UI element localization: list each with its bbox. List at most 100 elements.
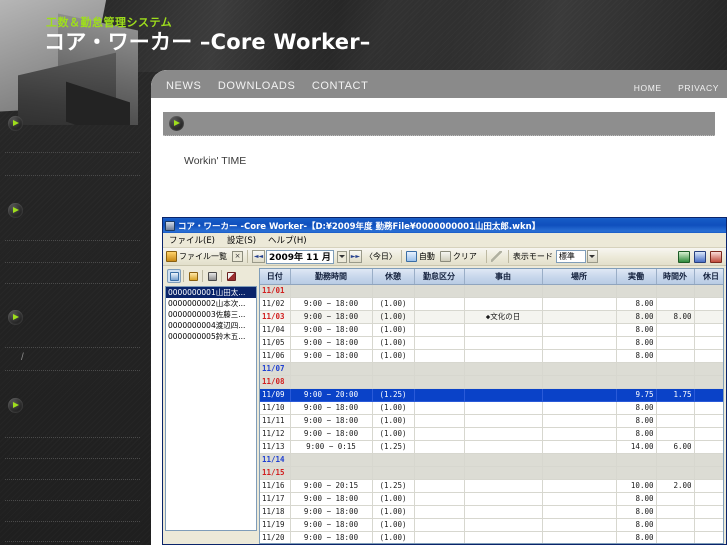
cell-date[interactable]: 11/15 bbox=[260, 466, 291, 480]
cell-jikangai[interactable] bbox=[656, 518, 695, 532]
cell-break[interactable]: (1.25) bbox=[372, 479, 415, 493]
nav-contact[interactable]: CONTACT bbox=[312, 80, 369, 92]
sidebar-bullet-1[interactable] bbox=[8, 116, 23, 131]
cell-jikangai[interactable] bbox=[656, 505, 695, 519]
cell-date[interactable]: 11/01 bbox=[260, 284, 291, 298]
cell-kintai[interactable] bbox=[414, 440, 465, 454]
table-row[interactable]: 11/119:00 − 18:00(1.00)8.00【文書管理シス bbox=[260, 414, 723, 428]
attendance-grid-wrapper[interactable]: 日付勤務時間休憩勤怠区分事由場所実働時間外休日作業内 11/01【文書管理シス1… bbox=[259, 268, 724, 544]
file-list-item[interactable]: 0000000003佐藤三... bbox=[166, 309, 256, 320]
cell-kyujitsu[interactable] bbox=[694, 401, 723, 415]
cell-date[interactable]: 11/07 bbox=[260, 362, 291, 376]
cell-time[interactable]: 9:00 − 0:15 bbox=[290, 440, 373, 454]
cell-date[interactable]: 11/09 bbox=[260, 388, 291, 402]
cell-jiyuu[interactable] bbox=[464, 531, 543, 543]
cell-jiyuu[interactable] bbox=[464, 375, 543, 389]
cell-kyujitsu[interactable] bbox=[694, 505, 723, 519]
auto-button[interactable]: 自動 bbox=[405, 251, 435, 262]
save-button[interactable] bbox=[205, 269, 219, 283]
cell-date[interactable]: 11/19 bbox=[260, 518, 291, 532]
cell-kintai[interactable] bbox=[414, 401, 465, 415]
cell-basho[interactable] bbox=[542, 531, 617, 543]
delete-button[interactable] bbox=[224, 269, 238, 283]
cell-kyujitsu[interactable] bbox=[694, 414, 723, 428]
clear-button[interactable]: クリア bbox=[439, 251, 477, 262]
cell-kyujitsu[interactable] bbox=[694, 297, 723, 311]
menu-help[interactable]: ヘルプ(H) bbox=[268, 234, 307, 246]
cell-break[interactable]: (1.00) bbox=[372, 310, 415, 324]
cell-time[interactable]: 9:00 − 18:00 bbox=[290, 310, 373, 324]
file-list-item[interactable]: 0000000005鈴木五... bbox=[166, 331, 256, 342]
cell-kintai[interactable] bbox=[414, 453, 465, 467]
cell-kyujitsu[interactable] bbox=[694, 362, 723, 376]
table-row[interactable]: 11/099:00 − 20:00(1.25)9.751.75【顧客管理シス bbox=[260, 388, 723, 402]
cell-time[interactable]: 9:00 − 18:00 bbox=[290, 336, 373, 350]
cell-jiyuu[interactable] bbox=[464, 336, 543, 350]
cell-basho[interactable] bbox=[542, 414, 617, 428]
nav-downloads[interactable]: DOWNLOADS bbox=[218, 80, 296, 92]
grid-column-header[interactable]: 実働 bbox=[616, 269, 657, 285]
cell-jiyuu[interactable] bbox=[464, 401, 543, 415]
cell-jitsudo[interactable]: 8.00 bbox=[616, 427, 657, 441]
cell-date[interactable]: 11/17 bbox=[260, 492, 291, 506]
cell-time[interactable]: 9:00 − 18:00 bbox=[290, 414, 373, 428]
cell-jikangai[interactable] bbox=[656, 297, 695, 311]
cell-kintai[interactable] bbox=[414, 427, 465, 441]
cell-kintai[interactable] bbox=[414, 518, 465, 532]
cell-basho[interactable] bbox=[542, 336, 617, 350]
cell-date[interactable]: 11/18 bbox=[260, 505, 291, 519]
cell-kintai[interactable] bbox=[414, 479, 465, 493]
cell-kyujitsu[interactable] bbox=[694, 336, 723, 350]
cell-kyujitsu[interactable] bbox=[694, 479, 723, 493]
cell-jikangai[interactable]: 1.75 bbox=[656, 388, 695, 402]
cell-jikangai[interactable] bbox=[656, 401, 695, 415]
table-row[interactable]: 11/109:00 − 18:00(1.00)8.00【顧客管理シス bbox=[260, 401, 723, 415]
cell-kyujitsu[interactable] bbox=[694, 518, 723, 532]
cell-time[interactable]: 9:00 − 18:00 bbox=[290, 297, 373, 311]
grid-column-header[interactable]: 勤怠区分 bbox=[414, 269, 465, 285]
cell-jitsudo[interactable] bbox=[616, 362, 657, 376]
file-list-item[interactable]: 0000000004渡辺四... bbox=[166, 320, 256, 331]
table-row[interactable]: 11/20 9:00 − 18:00 (1.00) 8.00 bbox=[260, 531, 723, 543]
file-list-item[interactable]: 0000000002山本次... bbox=[166, 298, 256, 309]
cell-kyujitsu[interactable] bbox=[694, 427, 723, 441]
cell-jiyuu[interactable] bbox=[464, 466, 543, 480]
cell-break[interactable] bbox=[372, 284, 415, 298]
cell-break[interactable] bbox=[372, 453, 415, 467]
cell-jitsudo[interactable]: 8.00 bbox=[616, 336, 657, 350]
menu-settings[interactable]: 設定(S) bbox=[227, 234, 256, 246]
cell-basho[interactable] bbox=[542, 401, 617, 415]
cell-basho[interactable] bbox=[542, 479, 617, 493]
cell-jiyuu[interactable]: ◆文化の日 bbox=[464, 310, 543, 324]
cell-time[interactable] bbox=[290, 362, 373, 376]
cell-jikangai[interactable] bbox=[656, 349, 695, 363]
today-button[interactable]: 〈今日〉 bbox=[365, 251, 397, 262]
cell-basho[interactable] bbox=[542, 453, 617, 467]
cell-time[interactable]: 9:00 − 18:00 bbox=[290, 349, 373, 363]
cell-time[interactable]: 9:00 − 18:00 bbox=[290, 505, 373, 519]
cell-break[interactable]: (1.00) bbox=[372, 427, 415, 441]
sidebar-bullet-4[interactable] bbox=[8, 398, 23, 413]
cell-break[interactable]: (1.25) bbox=[372, 440, 415, 454]
cell-jiyuu[interactable] bbox=[464, 492, 543, 506]
cell-kyujitsu[interactable] bbox=[694, 466, 723, 480]
cell-basho[interactable] bbox=[542, 505, 617, 519]
cell-date[interactable]: 11/20 bbox=[260, 531, 291, 543]
table-row[interactable]: 11/01【文書管理シス bbox=[260, 284, 723, 298]
cell-break[interactable]: (1.00) bbox=[372, 518, 415, 532]
cell-kyujitsu[interactable] bbox=[694, 492, 723, 506]
nav-news[interactable]: NEWS bbox=[166, 80, 201, 92]
cell-time[interactable]: 9:00 − 18:00 bbox=[290, 531, 373, 543]
cell-time[interactable]: 9:00 − 20:00 bbox=[290, 388, 373, 402]
cell-jikangai[interactable] bbox=[656, 466, 695, 480]
menu-file[interactable]: ファイル(E) bbox=[169, 234, 215, 246]
sidebar-bullet-2[interactable] bbox=[8, 203, 23, 218]
cell-time[interactable]: 9:00 − 18:00 bbox=[290, 492, 373, 506]
cell-basho[interactable] bbox=[542, 440, 617, 454]
table-row[interactable]: 11/15 bbox=[260, 466, 723, 480]
cell-jiyuu[interactable] bbox=[464, 349, 543, 363]
cell-break[interactable]: (1.00) bbox=[372, 505, 415, 519]
cell-break[interactable] bbox=[372, 362, 415, 376]
cell-break[interactable]: (1.00) bbox=[372, 401, 415, 415]
pdf-export-icon[interactable] bbox=[694, 250, 706, 263]
